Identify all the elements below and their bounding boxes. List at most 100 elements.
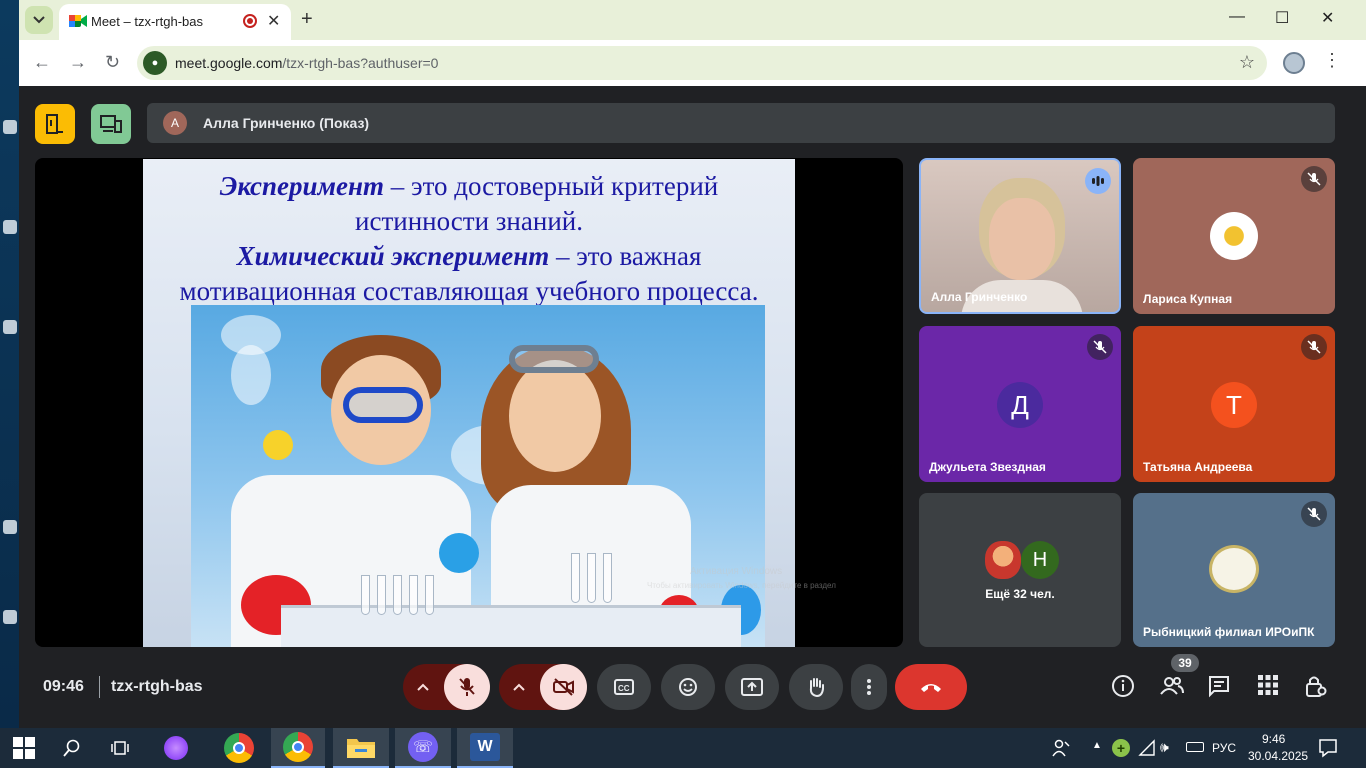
more-options-button[interactable] xyxy=(851,664,887,710)
tab-search-button[interactable] xyxy=(25,6,53,34)
captions-button[interactable]: CC xyxy=(597,664,651,710)
tray-time[interactable]: 9:46 xyxy=(1262,732,1285,746)
notifications-icon[interactable] xyxy=(1318,738,1338,763)
participant-name: Татьяна Андреева xyxy=(1143,460,1253,474)
more-vert-icon xyxy=(867,679,871,695)
slide-line-1-text: – это достоверный критерий xyxy=(383,171,719,201)
profile-avatar[interactable] xyxy=(1283,52,1305,74)
participant-name: Алла Гринченко xyxy=(931,290,1028,304)
desktop-icon[interactable] xyxy=(3,520,17,534)
recording-indicator-icon xyxy=(243,14,257,28)
viber-button[interactable]: ☏ xyxy=(395,728,451,768)
participant-avatar: Д xyxy=(997,382,1043,428)
alice-assistant-icon xyxy=(164,736,188,760)
tray-date[interactable]: 30.04.2025 xyxy=(1248,749,1308,763)
present-screen-icon xyxy=(741,678,763,696)
volume-icon[interactable]: 🕪 xyxy=(1160,739,1169,756)
windows-activation-hint: Чтобы активировать Windows, перейдите в … xyxy=(647,581,836,590)
meet-control-bar: 09:46 tzx-rtgh-bas CC 39 xyxy=(19,652,1366,728)
file-explorer-button[interactable] xyxy=(333,728,389,768)
goggles-on-head-icon xyxy=(509,345,599,373)
participant-tile-larisa[interactable]: Лариса Купная xyxy=(1133,158,1335,314)
activities-grid-icon[interactable] xyxy=(1257,674,1279,701)
participant-name: Джульета Звездная xyxy=(929,460,1046,474)
reactions-button[interactable] xyxy=(661,664,715,710)
search-icon xyxy=(63,739,80,757)
close-window-icon[interactable]: ✕ xyxy=(1321,8,1334,28)
start-button[interactable] xyxy=(4,728,44,768)
slide-line-2: истинности знаний. xyxy=(355,206,583,236)
meeting-time: 09:46 xyxy=(43,678,84,695)
participant-tile-tatiana[interactable]: Т Татьяна Андреева xyxy=(1133,326,1335,482)
close-tab-icon[interactable]: ✕ xyxy=(267,11,280,31)
people-tray-icon[interactable] xyxy=(1052,739,1070,762)
browser-tab-meet[interactable]: Meet – tzx-rtgh-bas ✕ xyxy=(59,4,291,40)
alice-app-button[interactable] xyxy=(156,728,196,768)
wifi-icon[interactable] xyxy=(1138,739,1156,762)
maximize-icon[interactable]: ☐ xyxy=(1275,8,1289,28)
desktop-icon[interactable] xyxy=(3,610,17,624)
browser-menu-icon[interactable]: ⋮ xyxy=(1323,50,1341,71)
camera-toggle-button[interactable] xyxy=(540,664,587,710)
daisy-avatar xyxy=(1210,212,1258,260)
more-participants-label: Ещё 32 чел. xyxy=(985,587,1055,601)
word-button[interactable]: W xyxy=(457,728,513,768)
reload-icon[interactable]: ↻ xyxy=(105,52,120,73)
minimize-icon[interactable]: — xyxy=(1229,8,1245,26)
network-status-icon[interactable]: + xyxy=(1112,739,1130,757)
meeting-details-icon[interactable] xyxy=(1111,674,1135,703)
show-hidden-icons[interactable]: ▲ xyxy=(1092,740,1102,751)
desktop-icon[interactable] xyxy=(3,220,17,234)
browser-window: Meet – tzx-rtgh-bas ✕ + — ☐ ✕ ← → ↻ ● me… xyxy=(19,0,1366,728)
call-end-icon xyxy=(921,684,941,692)
participant-avatar: Н xyxy=(1021,541,1059,579)
mic-off-icon xyxy=(1087,334,1113,360)
participant-avatar: Т xyxy=(1211,382,1257,428)
participant-name: Лариса Купная xyxy=(1143,292,1233,306)
chrome-app-button[interactable] xyxy=(218,728,260,768)
presenter-avatar: А xyxy=(163,111,187,135)
presenter-label: Алла Гринченко (Показ) xyxy=(203,115,370,131)
new-tab-button[interactable]: + xyxy=(301,8,313,31)
participant-tile-rybnitsa[interactable]: Рыбницкий филиал ИРОиПК xyxy=(1133,493,1335,647)
closed-captions-icon: CC xyxy=(614,679,634,695)
lab-table xyxy=(281,605,741,647)
desktop-icon[interactable] xyxy=(3,320,17,334)
windows-taskbar: ☏ W ▲ + 🕪 РУС 9:46 30.04.2025 xyxy=(0,728,1366,768)
mic-off-icon xyxy=(459,678,475,696)
chat-icon[interactable] xyxy=(1207,674,1231,703)
input-language[interactable]: РУС xyxy=(1212,741,1236,755)
slide-line-1: Эксперимент – это достоверный критерий xyxy=(143,171,795,202)
bookmark-star-icon[interactable]: ☆ xyxy=(1239,52,1255,73)
slide-line-3-text: – это важная xyxy=(549,241,702,271)
mic-off-icon xyxy=(1301,166,1327,192)
participant-tile-julieta[interactable]: Д Джульета Звездная xyxy=(919,326,1121,482)
meeting-tools-button[interactable] xyxy=(35,104,75,144)
host-controls-icon[interactable] xyxy=(1303,674,1327,703)
forward-arrow-icon[interactable]: → xyxy=(69,52,87,73)
presenter-bar: А Алла Гринченко (Показ) xyxy=(147,103,1335,143)
windows-logo-icon xyxy=(13,737,35,759)
presentation-stage[interactable]: Эксперимент – это достоверный критерий и… xyxy=(35,158,903,647)
leave-call-button[interactable] xyxy=(895,664,967,710)
companion-mode-button[interactable] xyxy=(91,104,131,144)
participants-count-badge: 39 xyxy=(1171,654,1199,672)
raise-hand-button[interactable] xyxy=(789,664,843,710)
battery-icon[interactable] xyxy=(1186,742,1204,752)
goggles-icon xyxy=(343,387,423,423)
search-button[interactable] xyxy=(52,728,92,768)
task-view-button[interactable] xyxy=(100,728,140,768)
address-bar[interactable]: ● meet.google.com/tzx-rtgh-bas?authuser=… xyxy=(137,46,1267,80)
participant-tile-others[interactable]: Н Ещё 32 чел. xyxy=(919,493,1121,647)
microphone-toggle-button[interactable] xyxy=(444,664,490,710)
people-icon[interactable] xyxy=(1159,674,1185,703)
desktop-icon[interactable] xyxy=(3,120,17,134)
url-path: /tzx-rtgh-bas?authuser=0 xyxy=(282,55,439,71)
back-arrow-icon[interactable]: ← xyxy=(33,52,51,73)
meet-content: А Алла Гринченко (Показ) Эксперимент – э… xyxy=(19,86,1366,728)
participant-tile-alla[interactable]: Алла Гринченко xyxy=(919,158,1121,314)
site-mic-permission-icon[interactable]: ● xyxy=(143,51,167,75)
chevron-down-icon xyxy=(33,16,45,24)
chrome-window-button[interactable] xyxy=(271,728,325,768)
present-screen-button[interactable] xyxy=(725,664,779,710)
